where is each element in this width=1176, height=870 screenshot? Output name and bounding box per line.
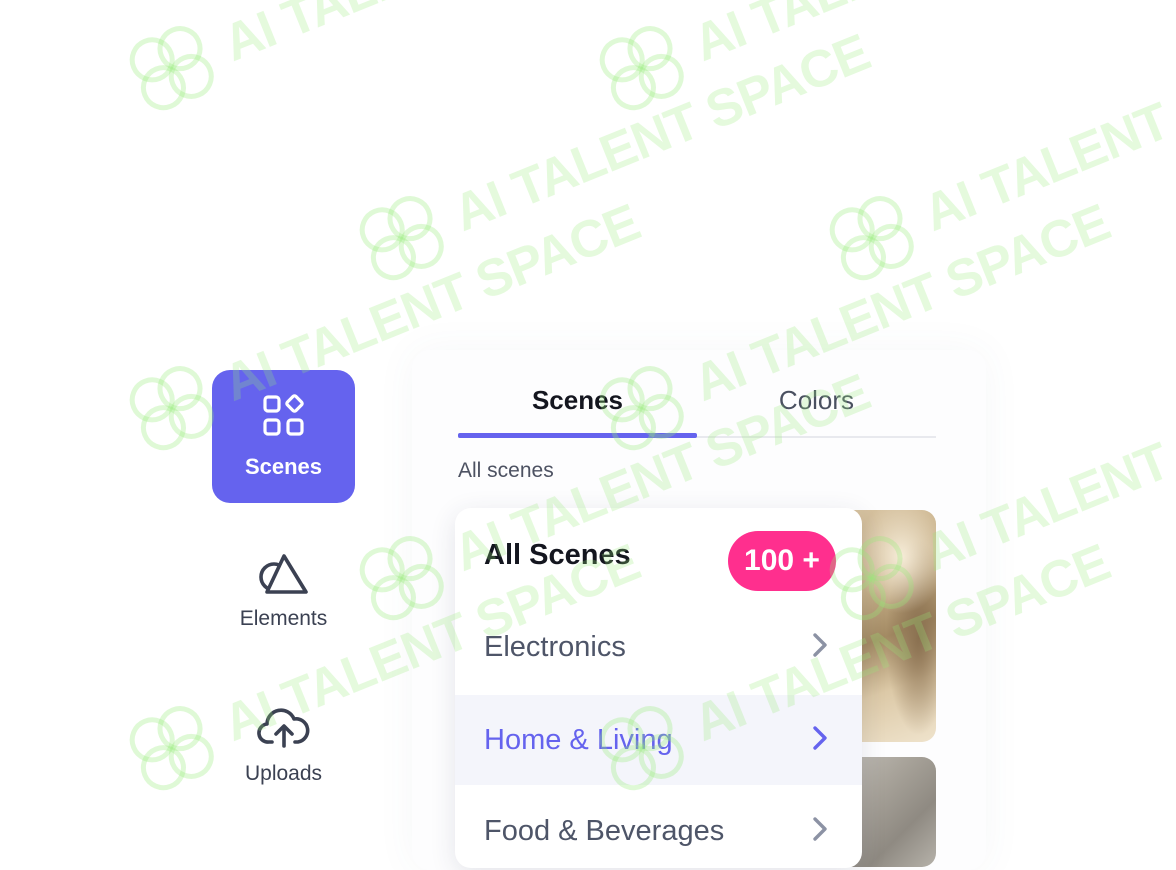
dropdown-item-label: Home & Living bbox=[484, 723, 673, 756]
tab-label: Scenes bbox=[531, 384, 624, 415]
watermark: AI TALENT SPACE bbox=[583, 0, 1123, 127]
sidebar-item-label: Uploads bbox=[244, 761, 323, 785]
dropdown-item-food-beverages[interactable]: Food & Beverages bbox=[455, 786, 862, 868]
sidebar-item-label: Elements bbox=[239, 606, 328, 630]
watermark: AI TALENT SPACE bbox=[813, 9, 1176, 297]
sidebar-item-scenes[interactable]: Scenes bbox=[212, 370, 355, 503]
triangle-circle-icon bbox=[257, 550, 311, 601]
tab-scenes[interactable]: Scenes bbox=[458, 370, 697, 438]
dropdown-item-label: Electronics bbox=[484, 630, 626, 663]
chevron-right-icon bbox=[812, 815, 828, 848]
tab-colors[interactable]: Colors bbox=[697, 370, 936, 436]
category-dropdown: All Scenes 100 + Electronics Home & Livi… bbox=[455, 508, 862, 868]
chevron-right-icon bbox=[812, 631, 828, 664]
count-badge: 100 + bbox=[728, 531, 836, 591]
watermark: AI TALENT SPACE bbox=[113, 0, 653, 127]
sidebar-item-uploads[interactable]: Uploads bbox=[212, 695, 355, 795]
panel-tabs: Scenes Colors bbox=[458, 370, 936, 438]
dropdown-item-electronics[interactable]: Electronics bbox=[455, 602, 862, 692]
sidebar-item-elements[interactable]: Elements bbox=[212, 540, 355, 640]
cloud-upload-icon bbox=[256, 705, 311, 756]
section-label: All scenes bbox=[458, 459, 554, 482]
tab-label: Colors bbox=[778, 384, 855, 415]
chevron-right-icon bbox=[812, 724, 828, 757]
shapes-icon bbox=[261, 393, 307, 444]
dropdown-item-home-living[interactable]: Home & Living bbox=[455, 695, 862, 785]
dropdown-item-label: Food & Beverages bbox=[484, 814, 725, 847]
dropdown-header[interactable]: All Scenes 100 + bbox=[455, 508, 862, 608]
dropdown-title: All Scenes bbox=[484, 538, 631, 571]
sidebar-item-label: Scenes bbox=[244, 454, 323, 479]
watermark: AI TALENT SPACE bbox=[343, 9, 883, 297]
